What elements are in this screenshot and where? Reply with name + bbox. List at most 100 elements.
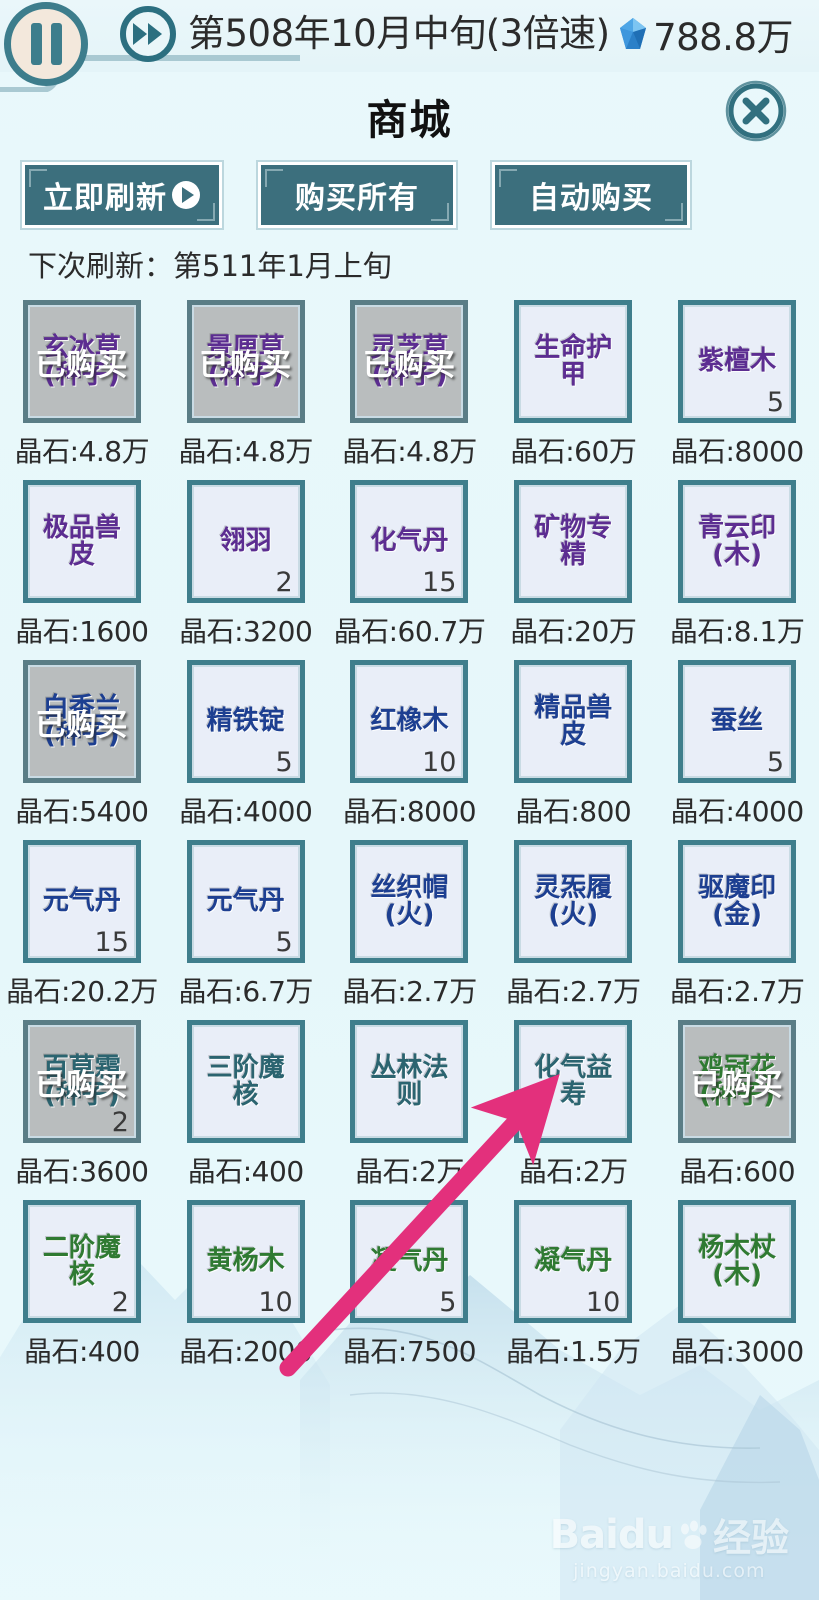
currency-display[interactable]: 788.8万 <box>618 6 793 62</box>
item-name: 黄杨木 <box>206 1246 285 1277</box>
shop-item-cell: 精铁锭 5 晶石:4000 <box>164 660 328 840</box>
shop-item-card[interactable]: 翎羽 2 <box>186 480 305 603</box>
shop-item-cell: 蚕丝 5 晶石:4000 <box>655 660 819 840</box>
item-quantity: 5 <box>439 1287 457 1318</box>
shop-item-card[interactable]: 凝气丹 10 <box>514 1200 633 1323</box>
item-quantity: 15 <box>422 567 457 598</box>
shop-item-cell: 灵炁履(火) 晶石:2.7万 <box>491 840 655 1020</box>
item-name: 杨木杖(木) <box>698 1232 777 1290</box>
item-quantity: 5 <box>766 387 785 418</box>
shop-item-card-sold[interactable]: 鸡冠花(种子) 已购买 <box>678 1020 797 1143</box>
shop-item-card[interactable]: 化气益寿 <box>514 1020 633 1143</box>
item-price: 晶石:1600 <box>15 615 149 648</box>
shop-item-cell: 黄杨木 10 晶石:2000 <box>164 1200 328 1380</box>
item-quantity: 15 <box>94 927 129 958</box>
close-button[interactable] <box>725 80 787 142</box>
shop-item-card[interactable]: 三阶魔核 <box>186 1020 305 1143</box>
shop-item-card[interactable]: 红橡木 10 <box>350 660 469 783</box>
item-price: 晶石:3200 <box>179 615 313 648</box>
item-name: 生命护甲 <box>534 332 613 390</box>
shop-item-cell: 矿物专精 晶石:20万 <box>491 480 655 660</box>
item-quantity: 10 <box>585 1287 621 1318</box>
item-price: 晶石:1.5万 <box>506 1335 641 1368</box>
item-name: 精铁锭 <box>206 706 285 737</box>
item-price: 晶石:4.8万 <box>14 435 150 468</box>
shop-item-cell: 丝织帽(火) 晶石:2.7万 <box>328 840 492 1020</box>
item-quantity: 10 <box>258 1287 293 1318</box>
speed-toggle-button[interactable] <box>120 6 176 62</box>
item-price: 晶石:6.7万 <box>178 975 313 1008</box>
item-quantity: 10 <box>422 747 457 778</box>
item-quantity: 5 <box>275 927 293 958</box>
pause-button[interactable] <box>4 2 88 86</box>
shop-item-card[interactable]: 蚕丝 5 <box>678 660 797 783</box>
shop-item-card[interactable]: 丛林法则 <box>350 1020 469 1143</box>
item-price: 晶石:4.8万 <box>342 435 477 468</box>
shop-item-card[interactable]: 精铁锭 5 <box>186 660 305 783</box>
item-price: 晶石:5400 <box>15 795 149 828</box>
shop-item-cell: 三阶魔核晶石:400 <box>164 1020 328 1200</box>
item-name: 二阶魔核 <box>42 1232 121 1290</box>
shop-item-card[interactable]: 丝织帽(火) <box>350 840 469 963</box>
buy-all-button[interactable]: 购买所有 <box>256 160 458 230</box>
sold-out-badge: 已购买 <box>35 347 129 383</box>
item-price: 晶石:400 <box>187 1155 304 1188</box>
shop-item-cell: 景厘草(种子) 已购买 晶石:4.8万 <box>164 300 328 480</box>
item-name: 翎羽 <box>219 526 272 557</box>
item-name: 丛林法则 <box>370 1052 449 1110</box>
item-name: 元气丹 <box>42 886 121 917</box>
shop-item-cell: 凝气丹 10 晶石:1.5万 <box>491 1200 655 1380</box>
item-price: 晶石:600 <box>679 1155 796 1188</box>
item-name: 三阶魔核 <box>206 1052 285 1110</box>
shop-item-card[interactable]: 凝气丹 5 <box>350 1200 469 1323</box>
shop-item-card-sold[interactable]: 灵芝草(种子) 已购买 <box>350 300 469 423</box>
shop-item-card[interactable]: 元气丹 15 <box>22 840 141 963</box>
shop-item-card[interactable]: 驱魔印(金) <box>678 840 797 963</box>
shop-item-cell: 凝气丹 5 晶石:7500 <box>328 1200 492 1380</box>
shop-item-card[interactable]: 杨木杖(木) <box>678 1200 797 1323</box>
shop-item-cell: 元气丹 5 晶石:6.7万 <box>164 840 328 1020</box>
shop-item-card[interactable]: 化气丹 15 <box>350 480 469 603</box>
refresh-now-button[interactable]: 立即刷新 <box>20 160 224 230</box>
shop-item-card-sold[interactable]: 景厘草(种子) 已购买 <box>186 300 305 423</box>
item-name: 丝织帽(火) <box>370 872 449 930</box>
shop-item-card[interactable]: 精品兽皮 <box>514 660 633 783</box>
item-price: 晶石:2万 <box>518 1155 628 1188</box>
item-name: 矿物专精 <box>534 512 613 570</box>
item-name: 化气丹 <box>370 526 449 557</box>
item-price: 晶石:60万 <box>510 435 637 468</box>
shop-item-cell: 化气丹 15 晶石:60.7万 <box>328 480 492 660</box>
item-price: 晶石:2.7万 <box>506 975 641 1008</box>
item-price: 晶石:2.7万 <box>342 975 477 1008</box>
item-price: 晶石:2000 <box>179 1335 313 1368</box>
shop-item-card[interactable]: 矿物专精 <box>514 480 633 603</box>
shop-item-card[interactable]: 青云印(木) <box>678 480 797 603</box>
item-name: 灵炁履(火) <box>534 872 613 930</box>
shop-item-card[interactable]: 灵炁履(火) <box>514 840 633 963</box>
shop-item-card[interactable]: 生命护甲 <box>514 300 633 423</box>
shop-item-cell: 紫檀木 5 晶石:8000 <box>655 300 819 480</box>
item-price: 晶石:7500 <box>342 1335 477 1368</box>
item-quantity: 5 <box>766 747 785 778</box>
watermark-url: jingyan.baidu.com <box>573 1560 766 1582</box>
item-price: 晶石:8000 <box>342 795 477 828</box>
shop-item-card[interactable]: 极品兽皮 <box>22 480 141 603</box>
shop-item-card-sold[interactable]: 白香兰(种子) 已购买 <box>22 660 141 783</box>
item-name: 蚕丝 <box>711 706 764 737</box>
item-quantity: 2 <box>275 567 293 598</box>
game-date-display: 第508年10月中旬(3倍速) <box>188 12 610 55</box>
shop-item-card-sold[interactable]: 百草霜(种子) 2 已购买 <box>22 1020 141 1143</box>
item-name: 凝气丹 <box>534 1246 613 1277</box>
page-title: 商城 <box>366 96 453 144</box>
shop-item-card[interactable]: 黄杨木 10 <box>186 1200 305 1323</box>
shop-item-card[interactable]: 二阶魔核 2 <box>22 1200 141 1323</box>
shop-item-card[interactable]: 元气丹 5 <box>186 840 305 963</box>
shop-item-card-sold[interactable]: 玄冰草(种子) 已购买 <box>22 300 141 423</box>
shop-item-card[interactable]: 紫檀木 5 <box>678 300 797 423</box>
shop-item-cell: 丛林法则 晶石:2万 <box>328 1020 492 1200</box>
sold-out-badge: 已购买 <box>199 347 293 383</box>
fast-forward-icon <box>133 23 162 45</box>
gem-amount: 788.8万 <box>653 16 793 59</box>
gem-icon <box>620 18 647 49</box>
auto-buy-button[interactable]: 自动购买 <box>490 160 692 230</box>
